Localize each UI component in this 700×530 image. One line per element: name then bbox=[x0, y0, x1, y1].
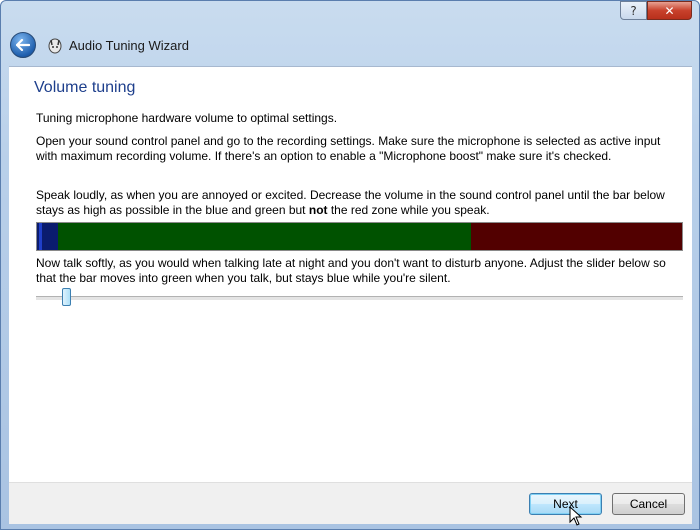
meter-blue-zone bbox=[37, 223, 58, 250]
slider-thumb[interactable] bbox=[62, 288, 71, 306]
intro-text: Tuning microphone hardware volume to opt… bbox=[36, 111, 338, 125]
mouse-cursor-icon bbox=[569, 506, 583, 526]
cancel-button[interactable]: Cancel bbox=[612, 493, 685, 515]
wizard-header: Audio Tuning Wizard bbox=[1, 27, 699, 63]
back-button[interactable] bbox=[10, 32, 36, 58]
wizard-title: Audio Tuning Wizard bbox=[69, 37, 189, 53]
meter-red-zone bbox=[471, 223, 682, 250]
mumble-app-icon bbox=[48, 38, 62, 54]
back-arrow-icon bbox=[16, 39, 30, 51]
page-title: Volume tuning bbox=[34, 79, 136, 96]
slider-track[interactable] bbox=[36, 296, 683, 301]
meter-green-zone bbox=[58, 223, 471, 250]
silence-threshold-slider[interactable] bbox=[36, 287, 683, 309]
help-button[interactable]: ? bbox=[620, 1, 647, 20]
talk-softly-text: Now talk softly, as you would when talki… bbox=[36, 256, 666, 285]
next-button[interactable]: Next bbox=[529, 493, 602, 515]
instructions-text: Open your sound control panel and go to … bbox=[36, 134, 661, 163]
speak-loudly-text: Speak loudly, as when you are annoyed or… bbox=[36, 188, 676, 218]
volume-meter-bar bbox=[36, 222, 683, 251]
wizard-page: Volume tuning Tuning microphone hardware… bbox=[9, 66, 692, 483]
speak-text-bold: not bbox=[308, 203, 328, 217]
titlebar-controls: ? ✕ bbox=[620, 1, 692, 20]
wizard-footer: Next Cancel bbox=[9, 482, 692, 524]
wizard-window: ? ✕ Audio Tuning Wizard Volume tuning Tu… bbox=[0, 0, 700, 530]
speak-text-after: the red zone while you speak. bbox=[327, 203, 490, 217]
close-button[interactable]: ✕ bbox=[647, 1, 692, 20]
